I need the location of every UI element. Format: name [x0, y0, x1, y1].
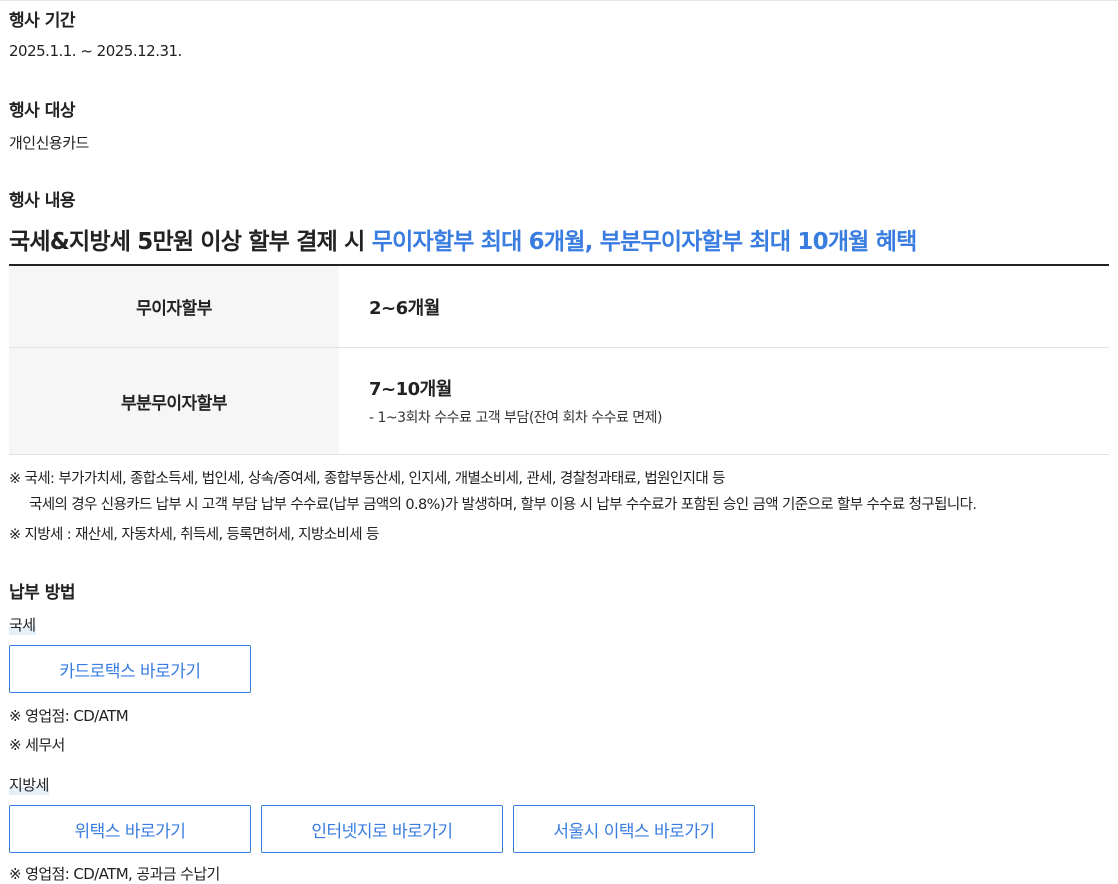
row-label: 부분무이자할부	[9, 348, 339, 454]
tax-note-local: ※ 지방세 : 재산세, 자동차세, 취득세, 등록면허세, 지방소비세 등	[9, 527, 379, 543]
local-tax-label: 지방세	[9, 774, 49, 795]
national-tax-label: 국세	[9, 614, 36, 635]
seoul-etax-link-button[interactable]: 서울시 이택스 바로가기	[513, 805, 755, 853]
wetax-link-button[interactable]: 위택스 바로가기	[9, 805, 251, 853]
benefit-headline: 국세&지방세 5만원 이상 할부 결제 시 무이자할부 최대 6개월, 부분무이…	[9, 222, 918, 256]
table-row: 부분무이자할부 7~10개월 - 1~3회차 수수료 고객 부담(잔여 회차 수…	[9, 348, 1109, 455]
top-divider	[0, 0, 1118, 1]
national-note-branch: ※ 영업점: CD/ATM	[9, 707, 129, 725]
internet-giro-link-button[interactable]: 인터넷지로 바로가기	[261, 805, 503, 853]
cardrotax-link-button[interactable]: 카드로택스 바로가기	[9, 645, 251, 693]
content-heading: 행사 내용	[9, 191, 75, 211]
row-value: 2~6개월	[369, 297, 440, 319]
tax-note-national-fee: 국세의 경우 신용카드 납부 시 고객 부담 납부 수수료(납부 금액의 0.8…	[29, 497, 977, 513]
installment-table: 무이자할부 2~6개월 부분무이자할부 7~10개월 - 1~3회차 수수료 고…	[9, 264, 1109, 455]
tax-note-national: ※ 국세: 부가가치세, 종합소득세, 법인세, 상속/증여세, 종합부동산세,…	[9, 471, 725, 487]
national-note-office: ※ 세무서	[9, 736, 65, 754]
row-cell: 2~6개월	[339, 266, 440, 347]
headline-highlight: 무이자할부 최대 6개월, 부분무이자할부 최대 10개월 혜택	[371, 229, 918, 255]
headline-main: 국세&지방세 5만원 이상 할부 결제 시	[9, 229, 372, 255]
target-value: 개인신용카드	[9, 134, 89, 152]
table-row: 무이자할부 2~6개월	[9, 266, 1109, 348]
period-value: 2025.1.1. ~ 2025.12.31.	[9, 42, 182, 60]
period-heading: 행사 기간	[9, 11, 75, 31]
row-value: 7~10개월	[369, 379, 452, 400]
target-heading: 행사 대상	[9, 101, 75, 121]
payment-heading: 납부 방법	[9, 583, 75, 603]
row-label: 무이자할부	[9, 266, 339, 347]
row-subtext: - 1~3회차 수수료 고객 부담(잔여 회차 수수료 면제)	[369, 410, 663, 426]
row-cell: 7~10개월 - 1~3회차 수수료 고객 부담(잔여 회차 수수료 면제)	[339, 348, 663, 454]
local-note-branch: ※ 영업점: CD/ATM, 공과금 수납기	[9, 865, 220, 883]
